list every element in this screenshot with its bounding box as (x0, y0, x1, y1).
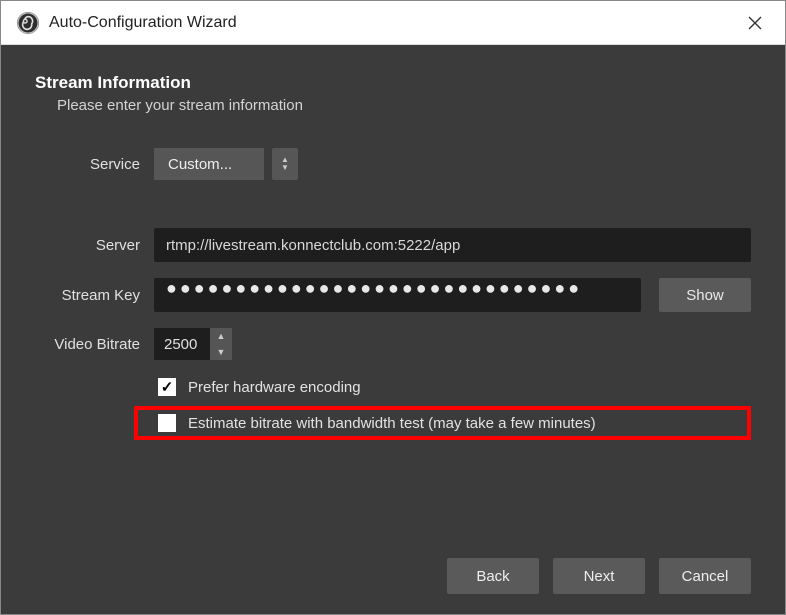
video-bitrate-spinner[interactable]: ▲ ▼ (154, 328, 232, 360)
video-bitrate-label: Video Bitrate (39, 336, 154, 353)
service-row: Service Custom... ▲▼ (89, 148, 751, 180)
estimate-bitrate-row: Estimate bitrate with bandwidth test (ma… (158, 414, 727, 432)
show-button[interactable]: Show (659, 278, 751, 312)
section-subtitle: Please enter your stream information (57, 97, 751, 114)
prefer-hardware-row: Prefer hardware encoding (158, 378, 751, 396)
stream-key-input[interactable]: ●●●●●●●●●●●●●●●●●●●●●●●●●●●●●● (154, 278, 641, 312)
next-button[interactable]: Next (553, 558, 645, 594)
estimate-bitrate-label: Estimate bitrate with bandwidth test (ma… (188, 415, 596, 432)
window-title: Auto-Configuration Wizard (49, 14, 735, 32)
footer-buttons: Back Next Cancel (35, 538, 751, 594)
server-input[interactable] (154, 228, 751, 262)
server-row: Server (39, 228, 751, 262)
video-bitrate-row: Video Bitrate ▲ ▼ (39, 328, 751, 360)
obs-logo-icon (17, 12, 39, 34)
estimate-bitrate-checkbox[interactable] (158, 414, 176, 432)
wizard-window: Auto-Configuration Wizard Stream Informa… (0, 0, 786, 615)
prefer-hardware-label: Prefer hardware encoding (188, 379, 361, 396)
content-area: Stream Information Please enter your str… (1, 45, 785, 614)
close-button[interactable] (735, 8, 775, 38)
server-label: Server (39, 237, 154, 254)
chevron-down-icon[interactable]: ▼ (210, 344, 232, 360)
video-bitrate-stepper-icon[interactable]: ▲ ▼ (210, 328, 232, 360)
cancel-button[interactable]: Cancel (659, 558, 751, 594)
service-dropdown-arrows-icon[interactable]: ▲▼ (272, 148, 298, 180)
back-button[interactable]: Back (447, 558, 539, 594)
section-title: Stream Information (35, 73, 751, 93)
service-dropdown[interactable]: Custom... (154, 148, 264, 180)
service-label: Service (89, 156, 154, 173)
stream-key-row: Stream Key ●●●●●●●●●●●●●●●●●●●●●●●●●●●●●… (39, 278, 751, 312)
stream-key-label: Stream Key (39, 287, 154, 304)
form-area: Service Custom... ▲▼ Server Stream Key ●… (35, 148, 751, 440)
video-bitrate-value[interactable] (154, 328, 210, 360)
chevron-up-icon[interactable]: ▲ (210, 328, 232, 344)
service-value: Custom... (154, 148, 264, 180)
titlebar: Auto-Configuration Wizard (1, 1, 785, 45)
prefer-hardware-checkbox[interactable] (158, 378, 176, 396)
